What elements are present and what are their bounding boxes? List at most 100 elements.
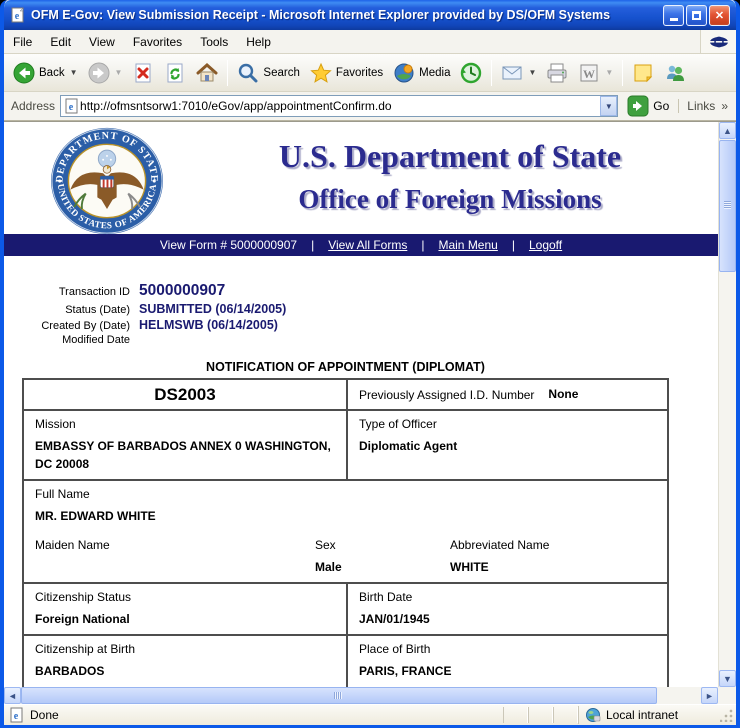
go-label: Go — [653, 99, 670, 113]
media-button[interactable]: Media — [388, 59, 455, 87]
menu-file[interactable]: File — [4, 32, 41, 52]
back-button[interactable]: Back ▼ — [8, 59, 83, 87]
status-pane — [528, 707, 553, 723]
links-bar[interactable]: Links » — [678, 99, 732, 113]
menu-help[interactable]: Help — [237, 32, 280, 52]
citizenship-at-birth-cell: Citizenship at Birth BARBADOS — [24, 636, 348, 687]
maximize-button[interactable] — [686, 4, 707, 26]
stop-button[interactable] — [127, 59, 159, 87]
resize-grip[interactable] — [720, 708, 734, 722]
status-bar: e Done Local intranet — [4, 704, 736, 725]
title-bar[interactable]: e OFM E-Gov: View Submission Receipt - M… — [4, 0, 736, 30]
minimize-glyph — [669, 18, 678, 21]
media-icon — [394, 63, 414, 82]
mission-value: EMBASSY OF BARBADOS ANNEX 0 WASHINGTON, … — [35, 439, 331, 471]
svg-text:e: e — [69, 102, 74, 113]
nav-main-menu[interactable]: Main Menu — [438, 238, 497, 252]
word-dropdown-icon[interactable]: ▼ — [605, 68, 613, 77]
nav-separator: | — [421, 238, 425, 252]
print-button[interactable] — [541, 59, 573, 87]
go-button[interactable]: Go — [623, 95, 673, 117]
mail-dropdown-icon[interactable]: ▼ — [528, 68, 536, 77]
mail-button[interactable]: ▼ — [496, 59, 541, 87]
toolbar-separator — [622, 59, 624, 86]
edit-with-word-button[interactable]: W ▼ — [573, 59, 618, 87]
menu-edit[interactable]: Edit — [41, 32, 80, 52]
site-navbar: View Form # 5000000907 | View All Forms … — [4, 234, 718, 256]
home-button[interactable] — [191, 59, 223, 87]
birth-date-cell: Birth Date JAN/01/1945 — [348, 584, 667, 634]
window-title: OFM E-Gov: View Submission Receipt - Mic… — [31, 8, 611, 22]
form-title: NOTIFICATION OF APPOINTMENT (DIPLOMAT) — [206, 360, 485, 374]
abbreviated-name-value: WHITE — [450, 559, 489, 574]
full-name-label: Full Name — [35, 487, 90, 502]
scroll-track[interactable] — [657, 687, 701, 704]
place-of-birth-value: PARIS, FRANCE — [359, 664, 452, 679]
modified-date-label: Modified Date — [62, 334, 130, 346]
horizontal-scrollbar[interactable]: ◄ ► — [4, 687, 718, 704]
citizenship-status-value: Foreign National — [35, 611, 130, 626]
back-label: Back — [39, 66, 65, 79]
place-of-birth-label: Place of Birth — [359, 642, 431, 657]
search-button[interactable]: Search — [232, 59, 304, 87]
nav-view-all-forms[interactable]: View All Forms — [328, 238, 407, 252]
search-icon — [239, 63, 258, 82]
citizenship-at-birth-label: Citizenship at Birth — [35, 642, 136, 657]
nav-logoff[interactable]: Logoff — [529, 238, 562, 252]
address-input[interactable] — [80, 97, 601, 115]
zone-label: Local intranet — [606, 708, 679, 722]
forward-icon — [88, 62, 109, 83]
vertical-scrollbar[interactable]: ▲ ▼ — [718, 122, 736, 687]
nav-separator: | — [311, 238, 315, 252]
close-button[interactable]: ✕ — [709, 4, 730, 26]
menu-bar: File Edit View Favorites Tools Help — [4, 30, 736, 54]
back-dropdown-icon[interactable]: ▼ — [70, 68, 78, 77]
horizontal-scrollbar-row: ◄ ► — [4, 687, 736, 704]
prev-id-cell: Previously Assigned I.D. Number None — [348, 380, 667, 409]
name-cell: Full Name MR. EDWARD WHITE Maiden Name S… — [24, 481, 667, 582]
messenger-button[interactable] — [659, 59, 691, 87]
abbreviated-name-label: Abbreviated Name — [450, 537, 550, 552]
forward-button[interactable]: ▼ — [83, 59, 128, 87]
table-row: DS2003 Previously Assigned I.D. Number N… — [24, 380, 667, 410]
favorites-button[interactable]: Favorites — [305, 59, 388, 87]
refresh-button[interactable] — [159, 59, 191, 87]
type-of-officer-value: Diplomatic Agent — [359, 439, 458, 454]
history-button[interactable] — [455, 59, 487, 87]
scroll-right-icon[interactable]: ► — [701, 687, 718, 704]
maiden-name-label: Maiden Name — [35, 537, 110, 552]
links-chevron-icon[interactable]: » — [721, 99, 728, 113]
citizenship-status-cell: Citizenship Status Foreign National — [24, 583, 348, 635]
globe-icon — [586, 708, 601, 722]
search-label: Search — [263, 66, 300, 79]
page-header: DEPARTMENT OF STATE UNITED STATES OF AME… — [4, 122, 718, 235]
scroll-up-icon[interactable]: ▲ — [719, 122, 736, 139]
address-input-box[interactable]: e ▼ — [60, 95, 619, 117]
ie-throbber-icon — [700, 30, 736, 53]
standard-toolbar: Back ▼ ▼ Search Favorites Media ▼ W ▼ — [4, 54, 736, 92]
print-icon — [547, 63, 567, 82]
table-row: Citizenship Status Foreign National Birt… — [24, 581, 667, 635]
scroll-left-icon[interactable]: ◄ — [4, 687, 21, 704]
mission-cell: Mission EMBASSY OF BARBADOS ANNEX 0 WASH… — [24, 411, 348, 480]
menu-view[interactable]: View — [80, 32, 124, 52]
scroll-track[interactable] — [719, 273, 736, 670]
mission-label: Mission — [35, 417, 76, 432]
status-date-value: SUBMITTED (06/14/2005) — [139, 302, 287, 316]
address-dropdown-button[interactable]: ▼ — [600, 96, 618, 116]
toolbar-separator — [227, 59, 229, 86]
vertical-scroll-thumb[interactable] — [719, 140, 736, 272]
scroll-grip — [724, 201, 731, 209]
minimize-button[interactable] — [663, 4, 684, 26]
favorites-star-icon — [310, 62, 332, 83]
word-icon: W — [580, 64, 598, 81]
menu-favorites[interactable]: Favorites — [124, 32, 191, 52]
sex-value: Male — [315, 559, 342, 574]
forward-dropdown-icon[interactable]: ▼ — [115, 68, 123, 77]
menu-tools[interactable]: Tools — [191, 32, 237, 52]
scrollbar-corner — [718, 687, 736, 704]
scroll-down-icon[interactable]: ▼ — [719, 670, 736, 687]
notes-button[interactable] — [627, 59, 659, 87]
horizontal-scroll-thumb[interactable] — [21, 687, 657, 704]
sex-label: Sex — [315, 537, 336, 552]
